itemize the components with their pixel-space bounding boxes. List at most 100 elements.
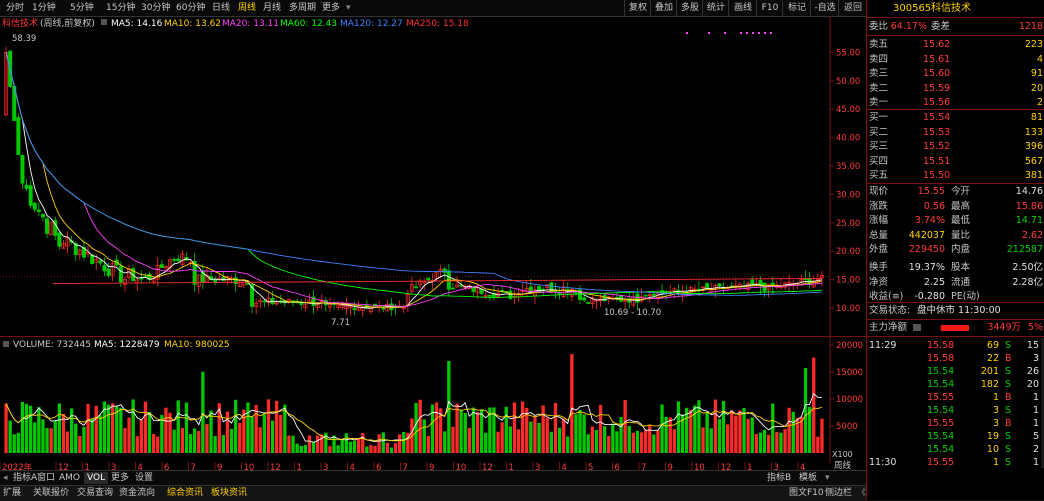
tab-1min[interactable]: 1分钟 <box>32 2 56 14</box>
window-square-icon[interactable] <box>101 19 107 25</box>
volume-bar <box>467 427 471 453</box>
volume-bar <box>262 414 266 453</box>
indicator-tab-vol[interactable]: VOL <box>84 472 109 484</box>
down-candle <box>20 155 25 184</box>
bid-row[interactable]: 买五 15.50 381 <box>867 169 1044 183</box>
volume-bar <box>393 443 398 453</box>
volume-bar <box>656 429 660 453</box>
tab-sector-news[interactable]: 板块资讯 <box>208 487 250 499</box>
tab-5min[interactable]: 5分钟 <box>70 2 94 14</box>
volume-tick-label: 20000 <box>836 341 863 351</box>
bid-row[interactable]: 买三 15.52 396 <box>867 140 1044 154</box>
down-candle <box>352 307 357 310</box>
price-tick-label: 20.00 <box>836 247 860 257</box>
divider <box>867 302 1044 303</box>
tab-60min[interactable]: 60分钟 <box>176 2 205 14</box>
candlestick-chart[interactable]: 科信技术 (周线,前复权) MA5: 14.16 MA10: 13.62 MA2… <box>0 16 866 336</box>
volume-bar <box>582 414 586 453</box>
chevron-down-icon[interactable]: ▾ <box>346 2 351 14</box>
event-marker <box>764 32 766 34</box>
volume-chart-panel[interactable]: VOLUME: 732445 MA5: 1228479 MA10: 980025… <box>0 336 866 463</box>
indicator-tab-b[interactable]: 指标B <box>764 472 794 484</box>
volume-bar <box>791 411 795 453</box>
ask-row[interactable]: 卖四 15.61 4 <box>867 53 1044 67</box>
indicator-tab-more[interactable]: 更多 <box>108 472 132 484</box>
tab-15min[interactable]: 15分钟 <box>106 2 135 14</box>
chevron-down-icon[interactable]: ▾ <box>822 472 833 484</box>
back-button[interactable]: 返回 <box>838 0 867 16</box>
ask-row[interactable]: 卖五 15.62 223 <box>867 38 1044 52</box>
volume-bar <box>156 436 160 453</box>
volume-bar <box>566 436 570 453</box>
volume-bar <box>717 419 722 453</box>
tab-fenshi[interactable]: 分时 <box>6 2 24 14</box>
template-button[interactable]: 模板 <box>796 472 820 484</box>
volume-bar <box>775 431 779 453</box>
volume-bar <box>123 428 127 453</box>
f10-button[interactable]: F10 <box>756 0 783 16</box>
ask-row[interactable]: 卖二 15.59 20 <box>867 82 1044 96</box>
divider <box>867 336 1044 337</box>
indicator-tab-settings[interactable]: 设置 <box>132 472 156 484</box>
tab-multi-period[interactable]: 多周期 <box>289 2 316 14</box>
tab-weekly[interactable]: 周线 <box>238 2 256 14</box>
down-candle <box>57 232 62 247</box>
bid-row[interactable]: 买四 15.51 567 <box>867 155 1044 169</box>
indicator-tab-amo[interactable]: AMO <box>56 472 83 484</box>
volume-bar <box>578 410 582 453</box>
volume-bar <box>340 438 344 453</box>
price-tick-label: 40.00 <box>836 134 860 144</box>
volume-bar <box>414 402 418 453</box>
volume-bar <box>184 402 189 453</box>
bid-row[interactable]: 买一 15.54 81 <box>867 111 1044 125</box>
volume-bar <box>746 418 750 453</box>
price-chart-panel[interactable]: 科信技术 (周线,前复权) MA5: 14.16 MA10: 13.62 MA2… <box>0 16 866 336</box>
tick-row: 15.54 19 S 5 <box>927 431 1039 442</box>
volume-bar <box>246 402 250 453</box>
mark-button[interactable]: 标记 <box>782 0 811 16</box>
draw-line-button[interactable]: 画线 <box>728 0 757 16</box>
volume-tick-label: 15000 <box>836 368 863 378</box>
tab-daily[interactable]: 日线 <box>212 2 230 14</box>
tab-graphic-f10[interactable]: 图文F10 <box>786 487 827 499</box>
window-square-icon[interactable] <box>3 341 9 347</box>
ask-row[interactable]: 卖三 15.60 91 <box>867 67 1044 81</box>
multi-stock-button[interactable]: 多股 <box>676 0 703 16</box>
volume-bar <box>783 429 787 453</box>
volume-bar <box>574 414 578 453</box>
volume-bar <box>619 417 623 453</box>
tab-more[interactable]: 更多 <box>322 2 340 14</box>
dropdown-icon[interactable] <box>913 324 921 331</box>
tab-30min[interactable]: 30分钟 <box>141 2 170 14</box>
tab-extend[interactable]: 扩展 <box>0 487 24 499</box>
volume-bar <box>336 445 340 453</box>
volume-unit-label: X100 <box>832 450 853 459</box>
ask-row[interactable]: 卖一 15.56 2 <box>867 96 1044 110</box>
volume-chart[interactable]: VOLUME: 732445 MA5: 1228479 MA10: 980025… <box>0 337 866 463</box>
volume-bar <box>303 444 307 453</box>
volume-bar <box>86 404 90 453</box>
volume-bar <box>160 414 164 453</box>
indicator-tab-window[interactable]: 窗口 <box>34 472 58 484</box>
overlay-button[interactable]: 叠加 <box>650 0 677 16</box>
down-candle <box>139 277 144 280</box>
tab-sidebar[interactable]: 侧边栏 <box>822 487 855 499</box>
price-tick-label: 15.00 <box>836 276 860 286</box>
tab-news[interactable]: 综合资讯 <box>164 487 206 499</box>
tab-related-quotes[interactable]: 关联报价 <box>30 487 72 499</box>
down-candle <box>159 264 164 269</box>
volume-bar <box>799 417 804 453</box>
chevron-left-icon[interactable]: ◂ <box>0 472 11 484</box>
volume-bar <box>820 418 824 453</box>
statistics-button[interactable]: 统计 <box>702 0 729 16</box>
bid-row[interactable]: 买二 15.53 133 <box>867 126 1044 140</box>
volume-bar <box>229 428 234 453</box>
watchlist-button[interactable]: -自选 <box>810 0 839 16</box>
down-candle <box>586 302 591 304</box>
restore-rights-button[interactable]: 复权 <box>624 0 651 16</box>
volume-bar <box>721 400 726 453</box>
tab-monthly[interactable]: 月线 <box>263 2 281 14</box>
tab-trade-query[interactable]: 交易查询 <box>74 487 116 499</box>
tab-fund-flow[interactable]: 资金流向 <box>116 487 158 499</box>
event-marker <box>770 32 772 34</box>
